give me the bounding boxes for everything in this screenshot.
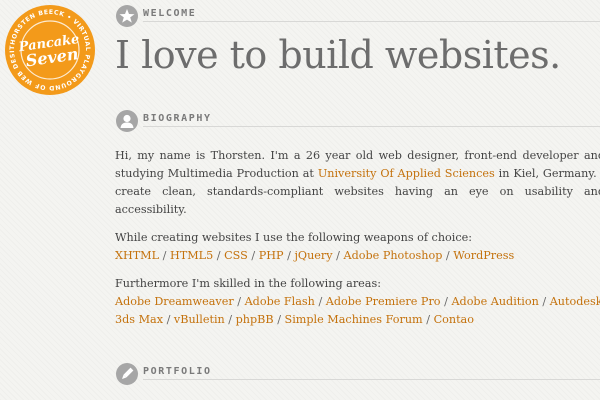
- skill-link[interactable]: Adobe Dreamweaver: [115, 295, 234, 308]
- list-separator: /: [542, 295, 547, 308]
- skill-link[interactable]: Simple Machines Forum: [285, 313, 423, 326]
- weapons-list: XHTML / HTML5 / CSS / PHP / jQuery / Ado…: [115, 247, 600, 265]
- biography-intro: Hi, my name is Thorsten. I'm a 26 year o…: [115, 147, 600, 219]
- list-separator: /: [216, 249, 221, 262]
- weapon-link[interactable]: CSS: [224, 249, 248, 262]
- list-separator: /: [162, 249, 167, 262]
- skills-intro: Furthermore I'm skilled in the following…: [115, 277, 381, 290]
- list-separator: /: [166, 313, 171, 326]
- main-content: WELCOME I love to build websites. BIOGRA…: [115, 0, 600, 386]
- weapons-intro: While creating websites I use the follow…: [115, 231, 472, 244]
- portfolio-label: PORTFOLIO: [143, 366, 212, 377]
- skill-link[interactable]: phpBB: [236, 313, 274, 326]
- biography-section-header: BIOGRAPHY: [115, 105, 600, 133]
- section-divider: [143, 126, 600, 127]
- weapon-link[interactable]: XHTML: [115, 249, 159, 262]
- logo-graphic: THORSTEN BEECK • VIRTUAL PLAYGROUND OF W…: [1, 0, 95, 95]
- weapon-link[interactable]: Adobe Photoshop: [344, 249, 443, 262]
- portfolio-section-header: PORTFOLIO: [115, 358, 600, 386]
- welcome-section-header: WELCOME: [115, 0, 600, 28]
- site-logo-badge[interactable]: THORSTEN BEECK • VIRTUAL PLAYGROUND OF W…: [1, 0, 96, 96]
- list-separator: /: [287, 249, 291, 262]
- list-separator: /: [444, 295, 448, 308]
- skills-list: Adobe Dreamweaver / Adobe Flash / Adobe …: [115, 293, 600, 329]
- list-separator: /: [237, 295, 242, 308]
- weapon-link[interactable]: WordPress: [453, 249, 514, 262]
- skill-link[interactable]: Adobe Flash: [245, 295, 315, 308]
- biography-label: BIOGRAPHY: [143, 113, 212, 124]
- star-icon: [116, 5, 138, 27]
- weapon-link[interactable]: jQuery: [294, 249, 332, 262]
- skill-link[interactable]: Adobe Audition: [451, 295, 538, 308]
- list-separator: /: [228, 313, 233, 326]
- section-divider: [143, 21, 600, 22]
- university-link[interactable]: University Of Applied Sciences: [318, 167, 495, 180]
- list-separator: /: [426, 313, 430, 326]
- person-icon: [116, 110, 138, 132]
- list-separator: /: [445, 249, 450, 262]
- list-separator: /: [336, 249, 340, 262]
- page-headline: I love to build websites.: [115, 33, 561, 77]
- list-separator: /: [318, 295, 323, 308]
- skill-link[interactable]: vBulletin: [174, 313, 225, 326]
- pencil-icon: [116, 363, 138, 385]
- list-separator: /: [251, 249, 256, 262]
- skill-link[interactable]: Adobe Premiere Pro: [326, 295, 441, 308]
- skill-link[interactable]: Contao: [434, 313, 474, 326]
- weapon-link[interactable]: HTML5: [170, 249, 213, 262]
- weapon-link[interactable]: PHP: [259, 249, 284, 262]
- section-divider: [143, 379, 600, 380]
- welcome-label: WELCOME: [143, 8, 197, 19]
- list-separator: /: [277, 313, 281, 326]
